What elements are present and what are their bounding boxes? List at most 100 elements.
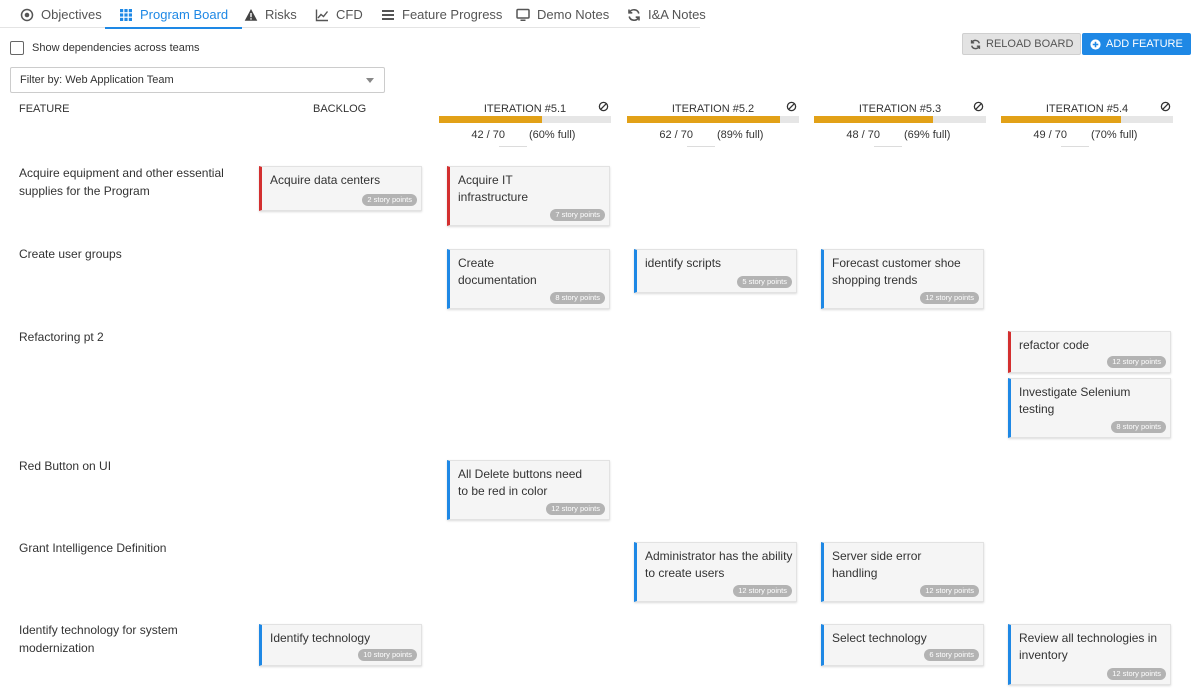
story-card[interactable]: Administrator has the ability to create … <box>634 542 797 602</box>
tab-label: Feature Progress <box>402 7 503 22</box>
story-title: Create documentation <box>458 256 537 287</box>
story-title: Acquire IT infrastructure <box>458 173 529 204</box>
refresh-icon <box>970 39 981 50</box>
plus-circle-icon <box>1090 38 1101 50</box>
iteration-divider <box>1061 146 1089 147</box>
tab-ia-notes[interactable]: I&A Notes <box>627 0 706 29</box>
feature-name[interactable]: Create user groups <box>19 245 244 263</box>
story-points-badge: 8 story points <box>550 292 605 304</box>
tab-label: Program Board <box>140 7 229 22</box>
iteration-header: ITERATION #5.2 62 / 70 (89% full) <box>627 100 799 148</box>
story-card[interactable]: All Delete buttons need to be red in col… <box>447 460 610 520</box>
line-chart-icon <box>315 8 329 22</box>
chevron-down-icon <box>366 78 374 83</box>
story-points-badge: 12 story points <box>920 585 979 597</box>
feature-name[interactable]: Identify technology for system moderniza… <box>19 621 244 657</box>
iteration-percent: (60% full) <box>529 129 576 141</box>
iteration-capacity-fill <box>814 116 933 123</box>
dependencies-checkbox[interactable] <box>10 41 24 55</box>
iteration-points: 42 / 70 <box>471 129 505 141</box>
feature-name[interactable]: Acquire equipment and other essential su… <box>19 164 244 200</box>
story-title: Select technology <box>832 631 927 645</box>
story-title: identify scripts <box>645 256 722 270</box>
story-card[interactable]: refactor code 12 story points <box>1008 331 1171 373</box>
iteration-header: ITERATION #5.4 49 / 70 (70% full) <box>1001 100 1173 148</box>
story-card[interactable]: Create documentation 8 story points <box>447 249 610 309</box>
story-card[interactable]: Select technology 6 story points <box>821 624 984 666</box>
story-card[interactable]: Acquire IT infrastructure 7 story points <box>447 166 610 226</box>
dependencies-toggle[interactable]: Show dependencies across teams <box>10 41 200 55</box>
story-card[interactable]: Server side error handling 12 story poin… <box>821 542 984 602</box>
iteration-capacity-fill <box>439 116 543 123</box>
add-feature-button[interactable]: ADD FEATURE <box>1082 33 1191 55</box>
story-card[interactable]: identify scripts 5 story points <box>634 249 797 293</box>
tab-demo-notes[interactable]: Demo Notes <box>516 0 609 29</box>
story-points-badge: 10 story points <box>358 649 417 661</box>
story-title: refactor code <box>1019 338 1090 352</box>
iteration-divider <box>874 146 902 147</box>
story-points-badge: 7 story points <box>550 209 605 221</box>
dependencies-label: Show dependencies across teams <box>32 42 200 54</box>
feature-column-header: FEATURE <box>19 103 70 115</box>
iteration-header: ITERATION #5.3 48 / 70 (69% full) <box>814 100 986 148</box>
story-title: Acquire data centers <box>270 173 381 187</box>
story-title: Investigate Selenium testing <box>1019 385 1131 416</box>
iteration-percent: (70% full) <box>1091 129 1138 141</box>
block-icon[interactable] <box>598 101 609 112</box>
iteration-divider <box>687 146 715 147</box>
story-points-badge: 2 story points <box>362 194 417 206</box>
reload-board-button[interactable]: RELOAD BOARD <box>962 33 1082 55</box>
iteration-percent: (89% full) <box>717 129 764 141</box>
feature-name[interactable]: Refactoring pt 2 <box>19 328 244 346</box>
iteration-points: 48 / 70 <box>846 129 880 141</box>
story-card[interactable]: Forecast customer shoe shopping trends 1… <box>821 249 984 309</box>
team-filter-value: Filter by: Web Application Team <box>20 74 174 86</box>
warning-icon <box>244 8 258 22</box>
team-filter-select[interactable]: Filter by: Web Application Team <box>10 67 385 93</box>
story-title: Forecast customer shoe shopping trends <box>832 256 961 287</box>
story-title: Identify technology <box>270 631 371 645</box>
story-points-badge: 12 story points <box>1107 668 1166 680</box>
tab-bar: Objectives Program Board Risks CFD Featu… <box>0 0 1200 30</box>
tab-label: CFD <box>336 7 363 22</box>
tab-label: Objectives <box>41 7 102 22</box>
backlog-column-header: BACKLOG <box>313 103 367 115</box>
feature-name[interactable]: Red Button on UI <box>19 457 244 475</box>
tab-label: I&A Notes <box>648 7 706 22</box>
iteration-capacity-fill <box>1001 116 1122 123</box>
feature-name[interactable]: Grant Intelligence Definition <box>19 539 244 557</box>
story-title: All Delete buttons need to be red in col… <box>458 467 583 498</box>
iteration-capacity-bar <box>627 116 799 123</box>
tab-cfd[interactable]: CFD <box>315 0 363 29</box>
story-card[interactable]: Investigate Selenium testing 8 story poi… <box>1008 378 1171 438</box>
story-title: Administrator has the ability to create … <box>645 549 793 580</box>
block-icon[interactable] <box>786 101 797 112</box>
tab-objectives[interactable]: Objectives <box>20 0 102 29</box>
tab-program-board[interactable]: Program Board <box>104 0 243 29</box>
story-points-badge: 12 story points <box>733 585 792 597</box>
tab-feature-progress[interactable]: Feature Progress <box>381 0 502 29</box>
story-points-badge: 5 story points <box>737 276 792 288</box>
iteration-points: 62 / 70 <box>659 129 693 141</box>
iteration-divider <box>499 146 527 147</box>
iteration-capacity-bar <box>814 116 986 123</box>
story-card[interactable]: Acquire data centers 2 story points <box>259 166 422 211</box>
iteration-capacity-fill <box>627 116 781 123</box>
block-icon[interactable] <box>1160 101 1171 112</box>
tab-risks[interactable]: Risks <box>244 0 297 29</box>
monitor-icon <box>516 8 530 22</box>
story-title: Review all technologies in inventory <box>1019 631 1158 662</box>
tab-label: Risks <box>265 7 297 22</box>
iteration-capacity-bar <box>1001 116 1173 123</box>
iteration-percent: (69% full) <box>904 129 951 141</box>
block-icon[interactable] <box>973 101 984 112</box>
story-title: Server side error handling <box>832 549 922 580</box>
story-points-badge: 6 story points <box>924 649 979 661</box>
story-points-badge: 8 story points <box>1111 421 1166 433</box>
story-card[interactable]: Identify technology 10 story points <box>259 624 422 666</box>
iteration-points: 49 / 70 <box>1033 129 1067 141</box>
iteration-title: ITERATION #5.1 <box>483 103 567 115</box>
story-points-badge: 12 story points <box>546 503 605 515</box>
story-card[interactable]: Review all technologies in inventory 12 … <box>1008 624 1171 685</box>
reload-board-label: RELOAD BOARD <box>986 38 1074 50</box>
